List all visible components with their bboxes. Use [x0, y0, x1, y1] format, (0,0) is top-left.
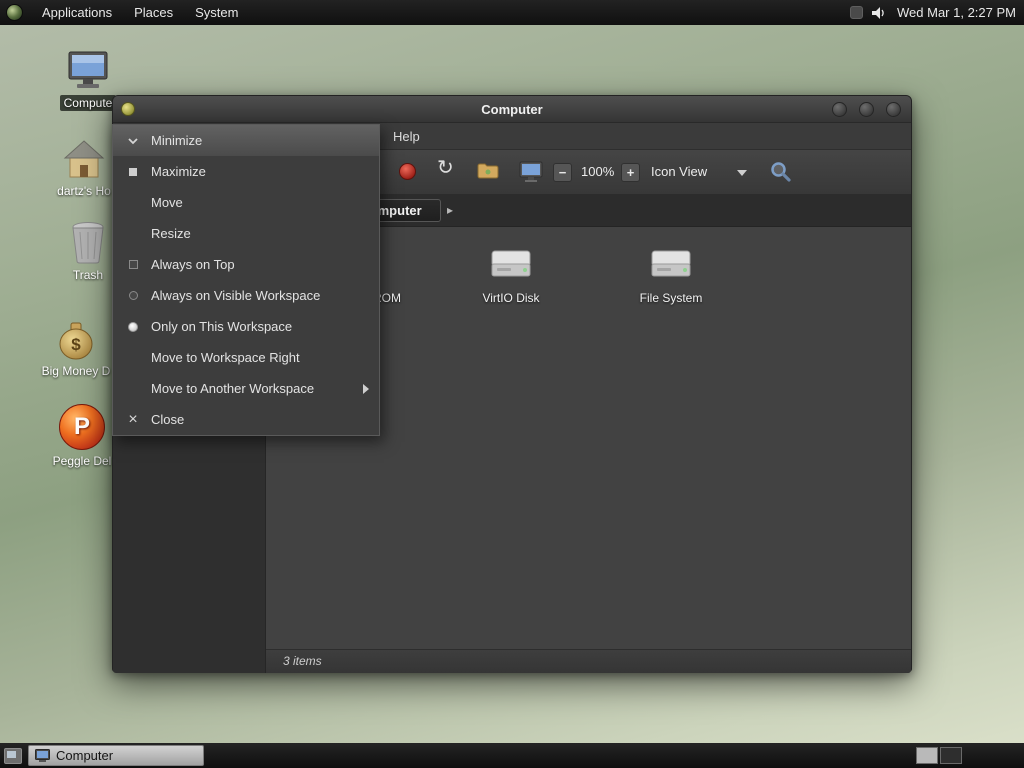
view-mode-select[interactable]: Icon View: [651, 164, 707, 179]
menu-item-label: Move to Workspace Right: [151, 350, 300, 365]
radio-on-icon: [123, 311, 143, 342]
menu-item-always-on-top[interactable]: Always on Top: [113, 249, 379, 280]
menu-item-label: Maximize: [151, 164, 206, 179]
menu-item-move-to-another-workspace[interactable]: Move to Another Workspace: [113, 373, 379, 404]
svg-text:$: $: [71, 335, 81, 354]
desktop-icon-label: Compute: [59, 95, 117, 111]
maximize-button[interactable]: [859, 101, 874, 117]
desktop-icon-big-money[interactable]: $ Big Money D: [28, 312, 124, 380]
computer-toolbar-icon[interactable]: [519, 161, 543, 188]
computer-icon: [40, 44, 136, 92]
menu-item-move-to-workspace-right[interactable]: Move to Workspace Right: [113, 342, 379, 373]
breadcrumb-arrow-icon[interactable]: ▸: [447, 203, 453, 217]
window-title: Computer: [481, 101, 543, 117]
submenu-arrow-icon: [363, 384, 369, 394]
menu-item-resize[interactable]: Resize: [113, 218, 379, 249]
menu-item-minimize[interactable]: Minimize: [113, 125, 379, 156]
system-menu[interactable]: System: [184, 0, 249, 25]
file-label: VirtIO Disk: [482, 291, 540, 305]
distro-logo-icon[interactable]: [6, 4, 23, 21]
minimize-icon: [123, 125, 143, 156]
window-titlebar[interactable]: Computer: [113, 96, 911, 123]
drive-icon: [616, 241, 726, 287]
stop-button[interactable]: [399, 163, 416, 180]
file-label: File System: [639, 291, 703, 305]
applications-menu[interactable]: Applications: [31, 0, 123, 25]
menu-item-label: Only on This Workspace: [151, 319, 293, 334]
menu-item-label: Always on Visible Workspace: [151, 288, 321, 303]
clock[interactable]: Wed Mar 1, 2:27 PM: [893, 5, 1016, 20]
status-icon[interactable]: [850, 6, 864, 19]
menu-item-label: Minimize: [151, 133, 203, 148]
menu-item-label: Move: [151, 195, 183, 210]
desktop-icon-label: Big Money D: [41, 364, 111, 378]
close-button[interactable]: [886, 101, 901, 117]
menu-item-label: Resize: [151, 226, 191, 241]
file-item-virtio-disk[interactable]: VirtIO Disk: [456, 241, 566, 305]
desktop-icon-label: dartz's Ho: [57, 184, 111, 198]
bottom-panel: Computer: [0, 743, 1024, 768]
zoom-level: 100%: [581, 164, 615, 179]
menu-item-maximize[interactable]: Maximize: [113, 156, 379, 187]
minimize-button[interactable]: [832, 101, 847, 117]
checkbox-unchecked-icon: [123, 249, 143, 280]
money-bag-icon: $: [28, 312, 124, 360]
maximize-icon: [123, 156, 143, 187]
drive-icon: [456, 241, 566, 287]
zoom-in-button[interactable]: +: [621, 163, 640, 182]
workspace-switcher: [916, 747, 962, 764]
view-mode-dropdown-icon[interactable]: [737, 170, 747, 176]
window-menu-icon[interactable]: [121, 102, 135, 116]
places-menu[interactable]: Places: [123, 0, 184, 25]
system-tray: Wed Mar 1, 2:27 PM: [850, 5, 1024, 21]
file-item-file-system[interactable]: File System: [616, 241, 726, 305]
status-bar: 3 items: [266, 649, 911, 673]
zoom-out-button[interactable]: −: [553, 163, 572, 182]
workspace-active[interactable]: [916, 747, 938, 764]
radio-off-icon: [123, 280, 143, 311]
window-context-menu: Minimize Maximize Move Resize Always on …: [112, 124, 380, 436]
search-icon[interactable]: [769, 160, 793, 189]
help-menu[interactable]: Help: [385, 123, 428, 150]
desktop-icon-label: Peggle Del: [52, 454, 112, 468]
taskbar-item-label: Computer: [56, 748, 114, 763]
menu-item-label: Close: [151, 412, 185, 427]
taskbar-item-computer[interactable]: Computer: [28, 745, 204, 766]
desktop-icon-label: Trash: [72, 268, 104, 282]
volume-icon[interactable]: [870, 5, 886, 21]
menu-item-only-on-this-workspace[interactable]: Only on This Workspace: [113, 311, 379, 342]
window-controls: [832, 101, 911, 117]
menu-item-label: Always on Top: [151, 257, 235, 272]
menu-item-label: Move to Another Workspace: [151, 381, 315, 396]
top-panel: Applications Places System Wed Mar 1, 2:…: [0, 0, 1024, 25]
menu-item-always-on-visible-workspace[interactable]: Always on Visible Workspace: [113, 280, 379, 311]
home-folder-toolbar-icon[interactable]: [477, 162, 499, 185]
taskbar-window-icon: [35, 748, 50, 763]
workspace-inactive[interactable]: [940, 747, 962, 764]
show-desktop-icon[interactable]: [4, 747, 22, 764]
reload-icon[interactable]: ↻: [437, 158, 454, 178]
close-icon: ×: [128, 410, 138, 428]
menu-item-move[interactable]: Move: [113, 187, 379, 218]
menu-item-close[interactable]: × Close: [113, 404, 379, 435]
